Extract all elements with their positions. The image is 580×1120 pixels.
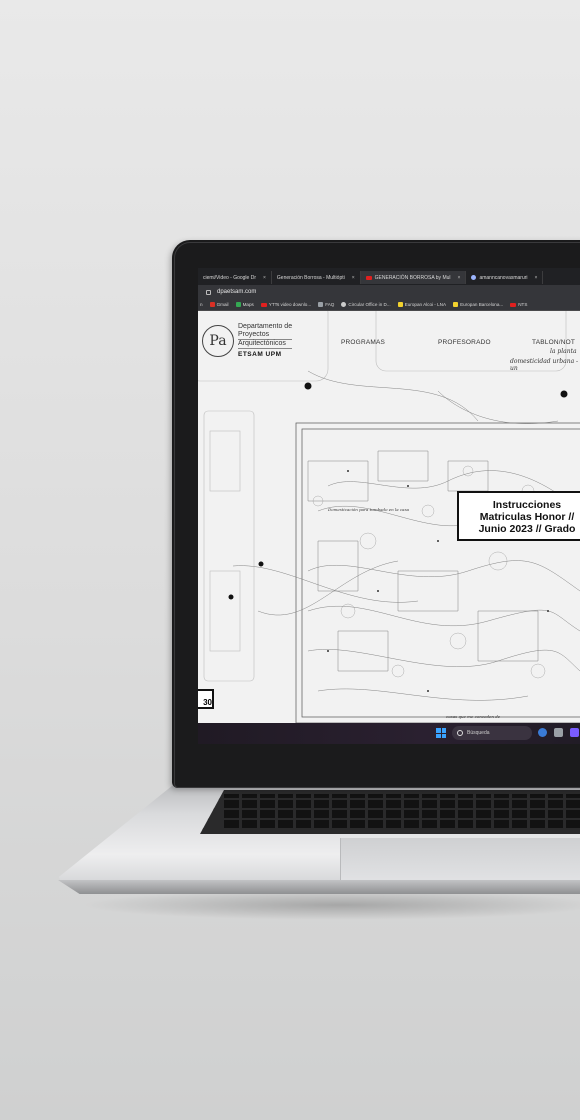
tab-label: ciemi/Video - Google Dr — [203, 274, 256, 281]
bookmark-item[interactable]: n — [200, 302, 203, 307]
teams-icon[interactable] — [570, 728, 579, 737]
bookmark-ytts[interactable]: YTTs video downlo... — [260, 302, 311, 307]
url-text[interactable]: dpaetsam.com — [217, 289, 256, 295]
card-line: Instrucciones — [492, 499, 562, 511]
bookmark-faq[interactable]: FAQ — [318, 302, 334, 307]
laptop-shadow — [80, 890, 580, 920]
bookmarks-bar: n Gmail Maps YTTs video downlo... FAQ Ci… — [198, 299, 580, 311]
youtube-icon — [365, 275, 372, 280]
trackpad — [340, 838, 580, 884]
tab-generacion-borrosa[interactable]: Generación Borrosa - Multiópti × — [272, 271, 361, 284]
bookmark-gmail[interactable]: Gmail — [209, 302, 229, 307]
close-icon[interactable]: × — [458, 275, 461, 281]
youtube-icon — [260, 302, 267, 307]
card-line: Junio 2023 // Grado — [478, 523, 576, 535]
bing-icon[interactable] — [538, 728, 547, 737]
laptop-screen: ciemi/Video - Google Dr × Generación Bor… — [198, 268, 580, 744]
nav-profesorado[interactable]: PROFESORADO — [438, 339, 491, 346]
search-icon — [457, 730, 463, 736]
lock-icon — [206, 289, 211, 295]
taskbar-search[interactable]: Búsqueda — [452, 726, 532, 740]
handwritten-label: la planta — [550, 348, 577, 355]
bookmark-europan-barcelona[interactable]: Europan Barcelona... — [453, 302, 503, 307]
plan-annotation: cosas que me conceden de — [446, 714, 501, 719]
task-view-icon[interactable] — [554, 728, 563, 737]
youtube-icon — [510, 302, 517, 307]
globe-icon — [341, 302, 347, 307]
nav-tablon[interactable]: TABLON/NOT — [532, 339, 575, 346]
tab-youtube[interactable]: GENERACIÓN BORROSA by Mul × — [360, 271, 467, 284]
bookmark-europan-alcoi[interactable]: Europan Alcoi - LNA — [397, 302, 446, 307]
laptop-base-edge — [58, 880, 580, 894]
faq-icon — [318, 302, 324, 307]
scene: ciemi/Video - Google Dr × Generación Bor… — [0, 0, 580, 1120]
card-line: Matriculas Honor // — [479, 511, 575, 523]
announcement-card[interactable]: Instrucciones Matriculas Honor // Junio … — [457, 491, 580, 541]
tab-profile[interactable]: amanncanovasmaruri × — [466, 271, 544, 284]
close-icon[interactable]: × — [263, 275, 266, 281]
search-placeholder: Búsqueda — [467, 730, 490, 736]
bookmark-nts[interactable]: NTS — [510, 302, 527, 307]
windows-start-icon[interactable] — [436, 728, 446, 738]
profile-icon — [471, 275, 477, 280]
gmail-icon — [209, 302, 215, 307]
department-logo[interactable]: Pa — [202, 325, 234, 357]
bookmark-circular-office[interactable]: Circular Office in D... — [341, 302, 391, 307]
department-name[interactable]: Departamento de Proyectos Arquitectónico… — [238, 323, 293, 349]
tab-bar: ciemi/Video - Google Dr × Generación Bor… — [198, 268, 580, 285]
number-badge[interactable]: 30 — [198, 689, 214, 709]
folder-icon — [397, 302, 403, 307]
address-bar[interactable]: dpaetsam.com — [198, 285, 580, 299]
tab-drive[interactable]: ciemi/Video - Google Dr × — [198, 271, 272, 284]
tab-label: Generación Borrosa - Multiópti — [276, 274, 345, 281]
keyboard — [200, 790, 580, 834]
nav-programas[interactable]: PROGRAMAS — [341, 339, 385, 346]
handwritten-label: domesticidad urbana - un — [510, 358, 579, 372]
close-icon[interactable]: × — [535, 275, 538, 281]
close-icon[interactable]: × — [352, 275, 355, 281]
tab-label: amanncanovasmaruri — [479, 274, 528, 281]
maps-icon — [235, 302, 241, 307]
folder-icon — [453, 302, 459, 307]
windows-taskbar: Búsqueda — [198, 723, 580, 744]
tab-label: GENERACIÓN BORROSA by Mul — [374, 274, 451, 281]
school-name: ETSAM UPM — [238, 351, 282, 358]
bookmark-maps[interactable]: Maps — [235, 302, 254, 307]
web-page: Pa Departamento de Proyectos Arquitectón… — [198, 311, 580, 723]
plan-annotation: Domesticación para tumbado en la casa — [328, 507, 410, 512]
